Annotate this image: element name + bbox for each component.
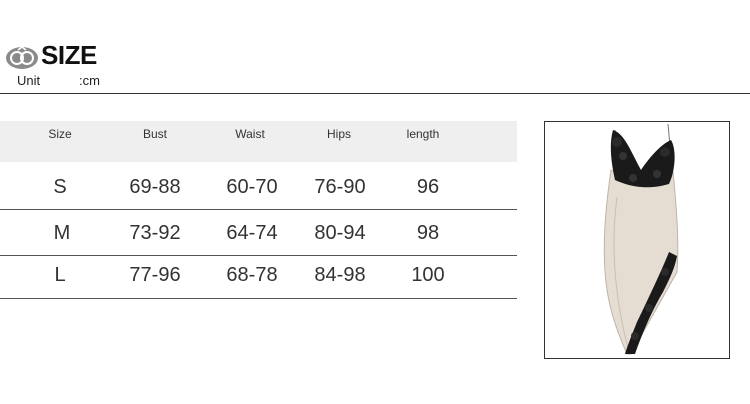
- column-header-waist: Waist: [235, 127, 265, 141]
- cell-length: 98: [416, 222, 440, 244]
- column-header-length: length: [406, 127, 440, 141]
- cell-size: L: [54, 264, 66, 286]
- cell-waist: 64-74: [226, 222, 278, 244]
- row-divider: [0, 298, 517, 299]
- cell-hips: 84-98: [314, 264, 366, 286]
- cell-length: 96: [416, 176, 440, 198]
- table-row: M 73-92 64-74 80-94 98: [0, 210, 517, 256]
- cell-waist: 68-78: [226, 264, 278, 286]
- cell-bust: 77-96: [129, 264, 181, 286]
- column-header-size: Size: [48, 127, 72, 141]
- column-header-bust: Bust: [142, 127, 168, 141]
- table-row: L 77-96 68-78 84-98 100: [0, 256, 517, 302]
- cell-hips: 76-90: [314, 176, 366, 198]
- header-divider: [0, 93, 750, 94]
- cell-size: M: [53, 222, 71, 244]
- column-header-hips: Hips: [326, 127, 352, 141]
- unit-label: Unit: [17, 73, 41, 88]
- cell-length: 100: [411, 264, 445, 286]
- rings-logo-icon: [6, 46, 38, 69]
- size-title: SIZE: [41, 40, 97, 70]
- product-image: [544, 121, 730, 359]
- table-header-row: Size Bust Waist Hips length: [0, 121, 517, 162]
- dress-icon: [603, 123, 679, 355]
- cell-size: S: [53, 176, 67, 198]
- unit-value: :cm: [79, 73, 100, 88]
- table-row: S 69-88 60-70 76-90 96: [0, 164, 517, 210]
- cell-waist: 60-70: [226, 176, 278, 198]
- size-header: SIZE Unit :cm: [0, 0, 750, 94]
- cell-bust: 69-88: [129, 176, 181, 198]
- cell-hips: 80-94: [314, 222, 366, 244]
- cell-bust: 73-92: [129, 222, 181, 244]
